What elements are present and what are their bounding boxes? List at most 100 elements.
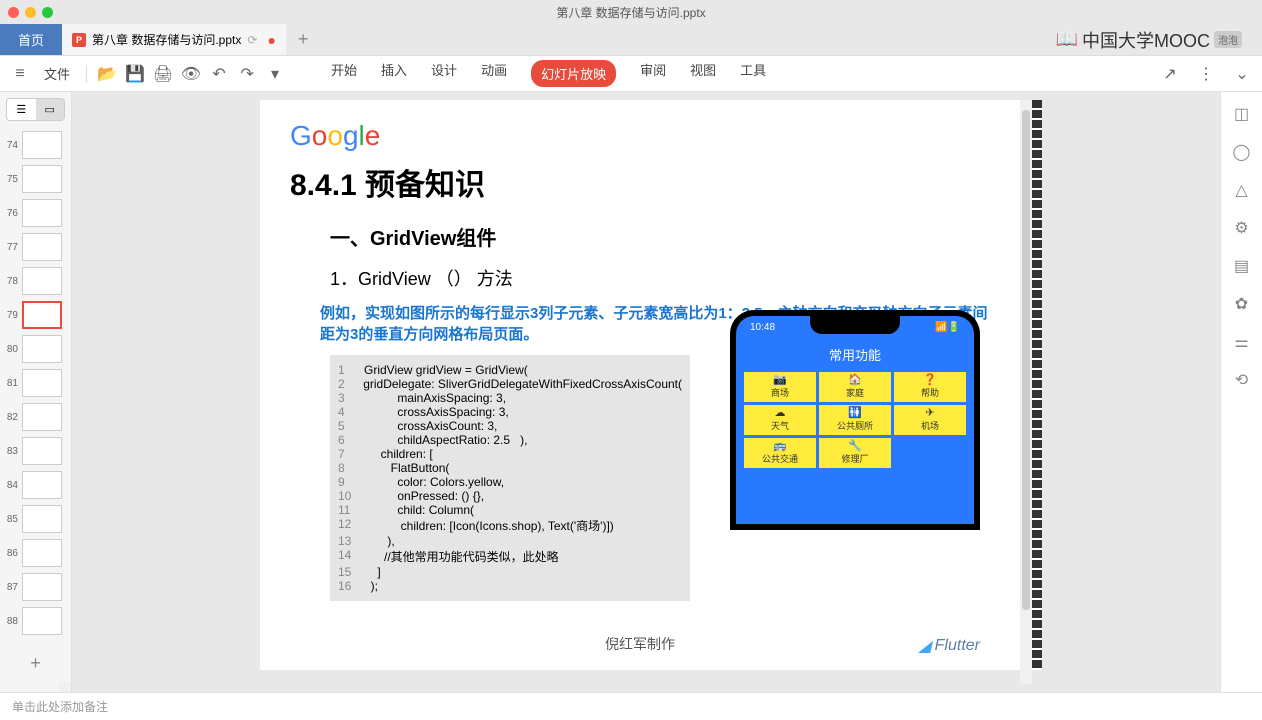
redo-icon[interactable]: ↷ [235,62,259,86]
code-line: 4 crossAxisSpacing: 3, [338,405,682,419]
outline-view-button[interactable]: ☰ [7,99,36,120]
toolbar-right: ↗ ⋮ ⌄ [1158,62,1254,86]
thumbnail-preview [22,505,62,533]
window-title: 第八章 数据存储与访问.pptx [556,4,705,21]
code-line: 14 //其他常用功能代码类似，此处略 [338,548,682,565]
menu-start[interactable]: 开始 [331,60,357,87]
flutter-icon: ◢ [918,636,930,656]
thumbnail-preview [22,267,62,295]
thumbnail-item[interactable]: 87 [4,573,67,601]
history-icon[interactable]: ⟲ [1232,370,1252,390]
code-line: 16 ); [338,579,682,593]
document-tab[interactable]: P 第八章 数据存储与访问.pptx ⟳ ● [62,24,286,55]
slide[interactable]: Google 8.4.1 预备知识 一、GridView组件 1．GridVie… [260,100,1020,670]
thumbnail-item[interactable]: 85 [4,505,67,533]
view-toggle: ☰ ▭ [6,98,65,121]
gear-icon[interactable]: ⚙ [1232,218,1252,238]
save-icon[interactable]: 💾 [123,62,147,86]
thumbnail-item[interactable]: 82 [4,403,67,431]
add-slide-button[interactable]: + [0,645,71,682]
thumbnail-item[interactable]: 75 [4,165,67,193]
share-icon[interactable]: ↗ [1158,62,1182,86]
thumbnail-number: 81 [4,378,18,389]
slide-heading: 8.4.1 预备知识 [290,160,990,204]
thumbnail-item[interactable]: 76 [4,199,67,227]
menu-insert[interactable]: 插入 [381,60,407,87]
thumbnail-number: 80 [4,344,18,355]
minimize-window-button[interactable] [25,7,36,18]
shape-icon[interactable]: ◯ [1232,142,1252,162]
menu-design[interactable]: 设计 [431,60,457,87]
thumbnail-item[interactable]: 80 [4,335,67,363]
menu-tools[interactable]: 工具 [740,60,766,87]
thumbnail-item[interactable]: 78 [4,267,67,295]
thumbnail-view-button[interactable]: ▭ [36,99,65,120]
slide-footer: 倪红军制作 [260,634,1020,654]
code-line: 8 FlatButton( [338,461,682,475]
thumbnail-item[interactable]: 77 [4,233,67,261]
code-line: 2 gridDelegate: SliverGridDelegateWithFi… [338,377,682,391]
tab-indicator-icon: ⟳ [247,33,257,47]
tab-close-button[interactable]: ● [267,32,275,48]
traffic-lights [8,7,53,18]
close-window-button[interactable] [8,7,19,18]
thumbnail-preview [22,573,62,601]
code-block: 1GridView gridView = GridView(2 gridDele… [330,355,690,601]
code-line: 15 ] [338,565,682,579]
settings-icon[interactable]: ⚌ [1232,332,1252,352]
thumbnail-list: 74 75 76 77 78 79 80 81 82 83 84 85 86 8… [0,127,71,645]
thumbnail-item[interactable]: 79 [4,301,67,329]
sidebar-scrollbar[interactable] [59,682,71,692]
menu-animation[interactable]: 动画 [481,60,507,87]
slide-subheading-2: 1．GridView （） 方法 [330,265,990,291]
grid-cell: 🏠家庭 [819,372,891,402]
preview-icon[interactable]: 👁 [179,62,203,86]
star-icon[interactable]: ✿ [1232,294,1252,314]
open-icon[interactable]: 📂 [95,62,119,86]
canvas-scrollbar[interactable] [1020,100,1032,684]
dropdown-icon[interactable]: ▾ [263,62,287,86]
slide-subheading-1: 一、GridView组件 [330,222,990,251]
thumbnail-preview [22,403,62,431]
text-icon[interactable]: △ [1232,180,1252,200]
notes-placeholder: 单击此处添加备注 [12,698,108,715]
thumbnail-number: 75 [4,174,18,185]
thumbnail-item[interactable]: 84 [4,471,67,499]
code-line: 7 children: [ [338,447,682,461]
file-menu[interactable]: 文件 [36,64,78,83]
thumbnail-preview [22,539,62,567]
thumbnail-preview [22,437,62,465]
canvas-area: Google 8.4.1 预备知识 一、GridView组件 1．GridVie… [72,92,1220,692]
thumbnail-preview [22,335,62,363]
more-icon[interactable]: ⋮ [1194,62,1218,86]
menu-review[interactable]: 审阅 [640,60,666,87]
phone-grid: 📷商场🏠家庭❓帮助☁天气🚻公共厕所✈机场🚌公共交通🔧修理厂 [736,372,974,468]
phone-app-title: 常用功能 [736,335,974,372]
right-panel: ◫ ◯ △ ⚙ ▤ ✿ ⚌ ⟲ [1220,92,1262,692]
menu-icon[interactable]: ≡ [8,62,32,86]
maximize-window-button[interactable] [42,7,53,18]
menu-view[interactable]: 视图 [690,60,716,87]
thumbnail-preview [22,165,62,193]
thumbnail-item[interactable]: 81 [4,369,67,397]
thumbnail-item[interactable]: 83 [4,437,67,465]
properties-icon[interactable]: ◫ [1232,104,1252,124]
menu-slideshow[interactable]: 幻灯片放映 [531,60,616,87]
document-tab-label: 第八章 数据存储与访问.pptx [92,31,241,48]
add-tab-button[interactable]: + [286,29,321,50]
home-tab[interactable]: 首页 [0,24,62,55]
grid-cell: 🔧修理厂 [819,438,891,468]
thumbnail-item[interactable]: 74 [4,131,67,159]
collapse-icon[interactable]: ⌄ [1230,62,1254,86]
thumbnail-item[interactable]: 86 [4,539,67,567]
code-line: 3 mainAxisSpacing: 3, [338,391,682,405]
layers-icon[interactable]: ▤ [1232,256,1252,276]
toolbar: ≡ 文件 📂 💾 🖨 👁 ↶ ↷ ▾ 开始 插入 设计 动画 幻灯片放映 审阅 … [0,56,1262,92]
notes-bar[interactable]: 单击此处添加备注 [0,692,1262,720]
code-line: 12 children: [Icon(Icons.shop), Text('商场… [338,517,682,534]
code-line: 11 child: Column( [338,503,682,517]
undo-icon[interactable]: ↶ [207,62,231,86]
thumbnail-item[interactable]: 88 [4,607,67,635]
thumbnail-number: 82 [4,412,18,423]
print-icon[interactable]: 🖨 [151,62,175,86]
